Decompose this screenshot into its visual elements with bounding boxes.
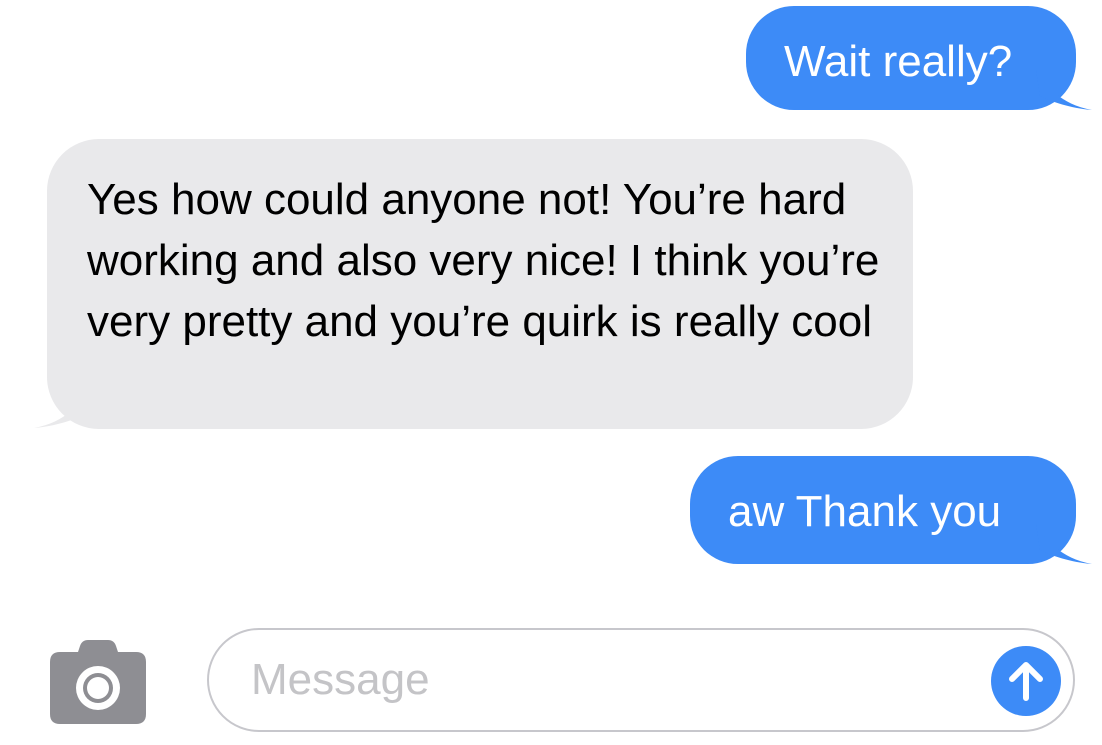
messages-screen: Wait really? Yes how could anyone not! Y… [0, 0, 1102, 745]
outgoing-message-bubble[interactable]: aw Thank you [690, 456, 1076, 564]
message-composer [0, 610, 1102, 745]
bubble-tail-outgoing [1036, 70, 1092, 110]
message-input[interactable] [251, 650, 971, 710]
bubble-tail-outgoing [1036, 524, 1092, 564]
send-button[interactable] [991, 646, 1061, 716]
arrow-up-icon [1009, 662, 1043, 701]
message-field[interactable] [207, 628, 1075, 732]
outgoing-message-bubble[interactable]: Wait really? [746, 6, 1076, 110]
bubble-tail-incoming [34, 388, 90, 428]
incoming-message-bubble[interactable]: Yes how could anyone not! You’re hard wo… [47, 139, 913, 429]
camera-button[interactable] [50, 640, 146, 724]
camera-icon [50, 640, 146, 724]
